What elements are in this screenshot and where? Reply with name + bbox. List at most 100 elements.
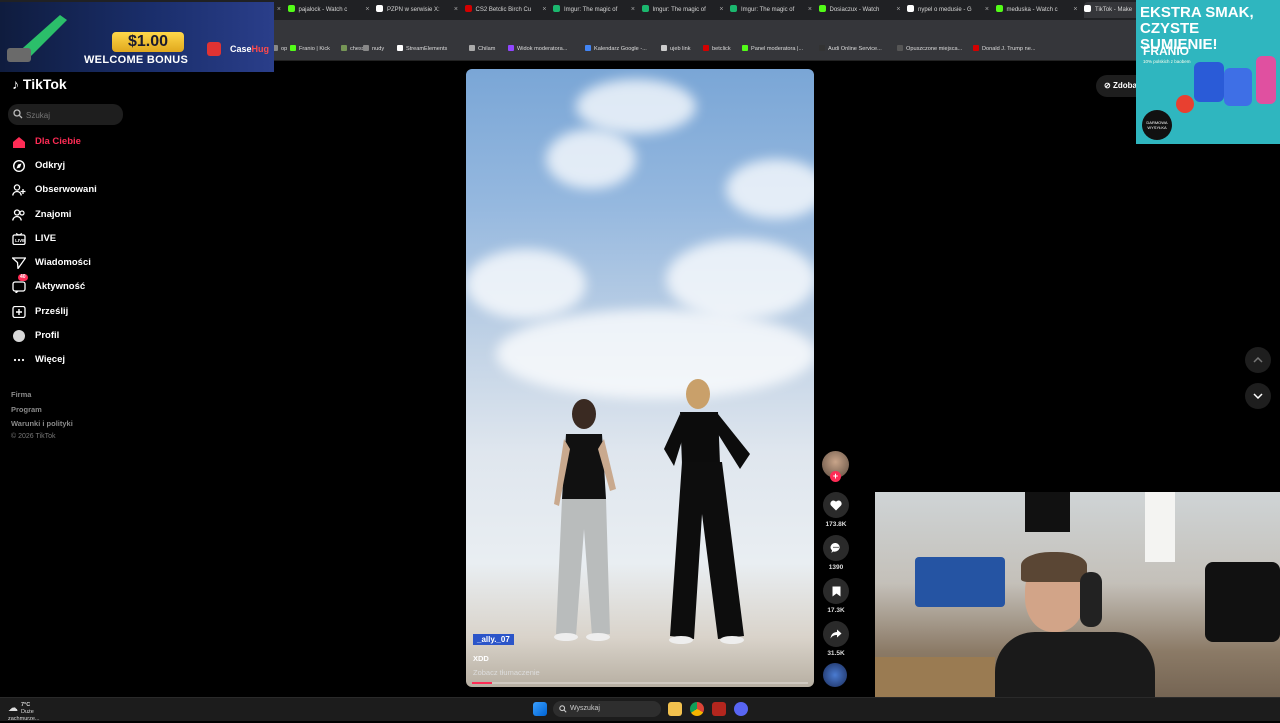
video-progress-fill [472,682,493,684]
bookmark-item[interactable]: Audi Online Service... [819,45,882,52]
tab-label: pajalock - Watch c [298,7,348,13]
browser-tab[interactable]: Dosiaczux - Watch × [818,2,901,18]
tab-favicon-icon [287,5,295,12]
save-count: 17.3K [827,607,845,614]
browser-tab[interactable]: PZPN w serwisie X: × [376,2,458,18]
bookmark-item[interactable]: Panel moderatora |... [742,45,803,52]
browser-tab[interactable]: CS2 Betclic Birch Cu × [464,2,547,18]
bookmark-item[interactable]: Opuszczone miejsca... [897,45,962,52]
casehug-logo-icon [207,42,221,56]
sidebar-item-obserwowani[interactable]: Obserwowani [12,180,132,200]
product-fruit [1176,95,1194,113]
close-tab-icon[interactable]: × [454,2,458,18]
video-progress-bar[interactable] [472,682,808,684]
sidebar-item-live[interactable]: LIVE LIVE [12,229,132,249]
previous-video-button[interactable] [1245,347,1271,373]
bookmark-item[interactable]: Chilam [469,45,495,52]
taskbar-search[interactable]: Wyszukaj [553,701,661,717]
tab-favicon-icon [641,5,649,12]
bookmark-item[interactable]: betclick [703,45,731,52]
like-count: 173.8K [825,521,847,528]
search-input[interactable] [24,107,123,124]
home-icon [13,137,25,148]
bookmark-favicon-icon [363,45,369,51]
bookmark-label: Chilam [478,46,496,52]
bookmark-item[interactable]: Widok moderatora... [508,45,567,52]
user-plus-icon [12,184,26,196]
follow-button[interactable]: + [830,471,841,482]
bookmark-item[interactable]: Franio | Kick [290,45,330,52]
tab-favicon-icon [553,5,560,12]
browser-tab[interactable]: Imgur: The magic of × [641,2,724,18]
search-box[interactable] [8,104,123,125]
bookmark-item[interactable]: ujeb link [661,45,691,52]
bookmark-item[interactable]: StreamElements [397,45,447,52]
comment-button[interactable]: 1390 [823,535,849,571]
footer-link[interactable]: Warunki i polityki [11,419,73,428]
video-username[interactable]: _ally._07 [473,634,514,645]
close-tab-icon[interactable]: × [808,2,812,18]
bookmark-favicon-icon [585,45,591,51]
bookmark-item[interactable]: op [272,45,287,52]
tab-label: Imgur: The magic of [564,7,618,13]
footer-link[interactable]: Firma [11,390,31,399]
see-translation-link[interactable]: Zobacz tłumaczenie [473,668,540,677]
close-tab-icon[interactable]: × [896,2,900,18]
sidebar-item-dla-ciebie[interactable]: Dla Ciebie [12,132,132,152]
sidebar-item-prześlij[interactable]: Prześlij [12,302,132,322]
browser-tab[interactable]: pajalock - Watch c × [287,2,370,18]
browser-tab[interactable]: meduska - Watch c × [995,2,1078,18]
file-explorer-icon[interactable] [668,702,682,716]
bookmark-favicon-icon [290,45,296,51]
video-player[interactable] [466,69,814,687]
close-tab-icon[interactable]: × [631,2,635,18]
share-button[interactable]: 31.5K [823,621,849,657]
activity-icon [12,281,26,293]
cloud [726,159,814,219]
bookmark-favicon-icon [973,45,979,51]
save-button[interactable]: 17.3K [823,578,849,614]
upload-icon [12,306,26,318]
bookmark-label: ujeb link [670,46,691,52]
bookmark-item[interactable]: Donald J. Trump ne... [973,45,1035,52]
start-button-icon[interactable] [533,702,547,716]
ad-subtitle: 10% polskich z baobem [1143,59,1191,64]
browser-tab[interactable]: Imgur: The magic of × [730,2,812,18]
close-tab-icon[interactable]: × [277,2,281,18]
sidebar-item-znajomi[interactable]: Znajomi [12,205,132,225]
monitor [1025,492,1070,532]
hair [1021,552,1087,582]
close-tab-icon[interactable]: × [542,2,546,18]
sidebar-item-profil[interactable]: Profil [12,326,132,346]
bookmark-item[interactable]: nudy [363,45,384,52]
bookmark-favicon-icon [742,45,748,51]
chrome-icon[interactable] [690,702,704,716]
discord-icon[interactable] [734,702,748,716]
search-icon [559,705,567,713]
sidebar-item-label: LIVE [35,233,57,244]
bookmark-item[interactable]: chess [341,45,365,52]
sidebar-item-odkryj[interactable]: Odkryj [12,156,132,176]
tiktok-logo[interactable]: ♪ TikTok [12,76,67,92]
app-icon[interactable] [712,702,726,716]
cloud-icon: ☁ [8,703,18,714]
bookmark-label: betclick [712,46,731,52]
close-tab-icon[interactable]: × [985,2,989,18]
close-tab-icon[interactable]: × [365,2,369,18]
next-video-button[interactable] [1245,383,1271,409]
footer-link[interactable]: Program [11,405,42,414]
like-button[interactable]: 173.8K [823,492,849,528]
browser-tab[interactable]: Imgur: The magic of × [553,2,635,18]
sidebar-item-aktywność[interactable]: 40 Aktywność [12,274,132,297]
close-tab-icon[interactable]: × [719,2,723,18]
bookmark-favicon-icon [469,45,475,51]
tab-label: PZPN w serwisie X: [387,7,440,13]
close-tab-icon[interactable]: × [1073,2,1077,18]
sidebar-item-więcej[interactable]: Więcej [12,350,132,370]
music-disc[interactable] [823,663,847,687]
bookmark-item[interactable]: Kalendarz Google -... [585,45,647,52]
sidebar-item-wiadomości[interactable]: Wiadomości [12,253,132,273]
sidebar-item-label: Wiadomości [35,257,91,268]
friends-icon [12,209,25,221]
browser-tab[interactable]: nypel o medusie - G × [907,2,989,18]
